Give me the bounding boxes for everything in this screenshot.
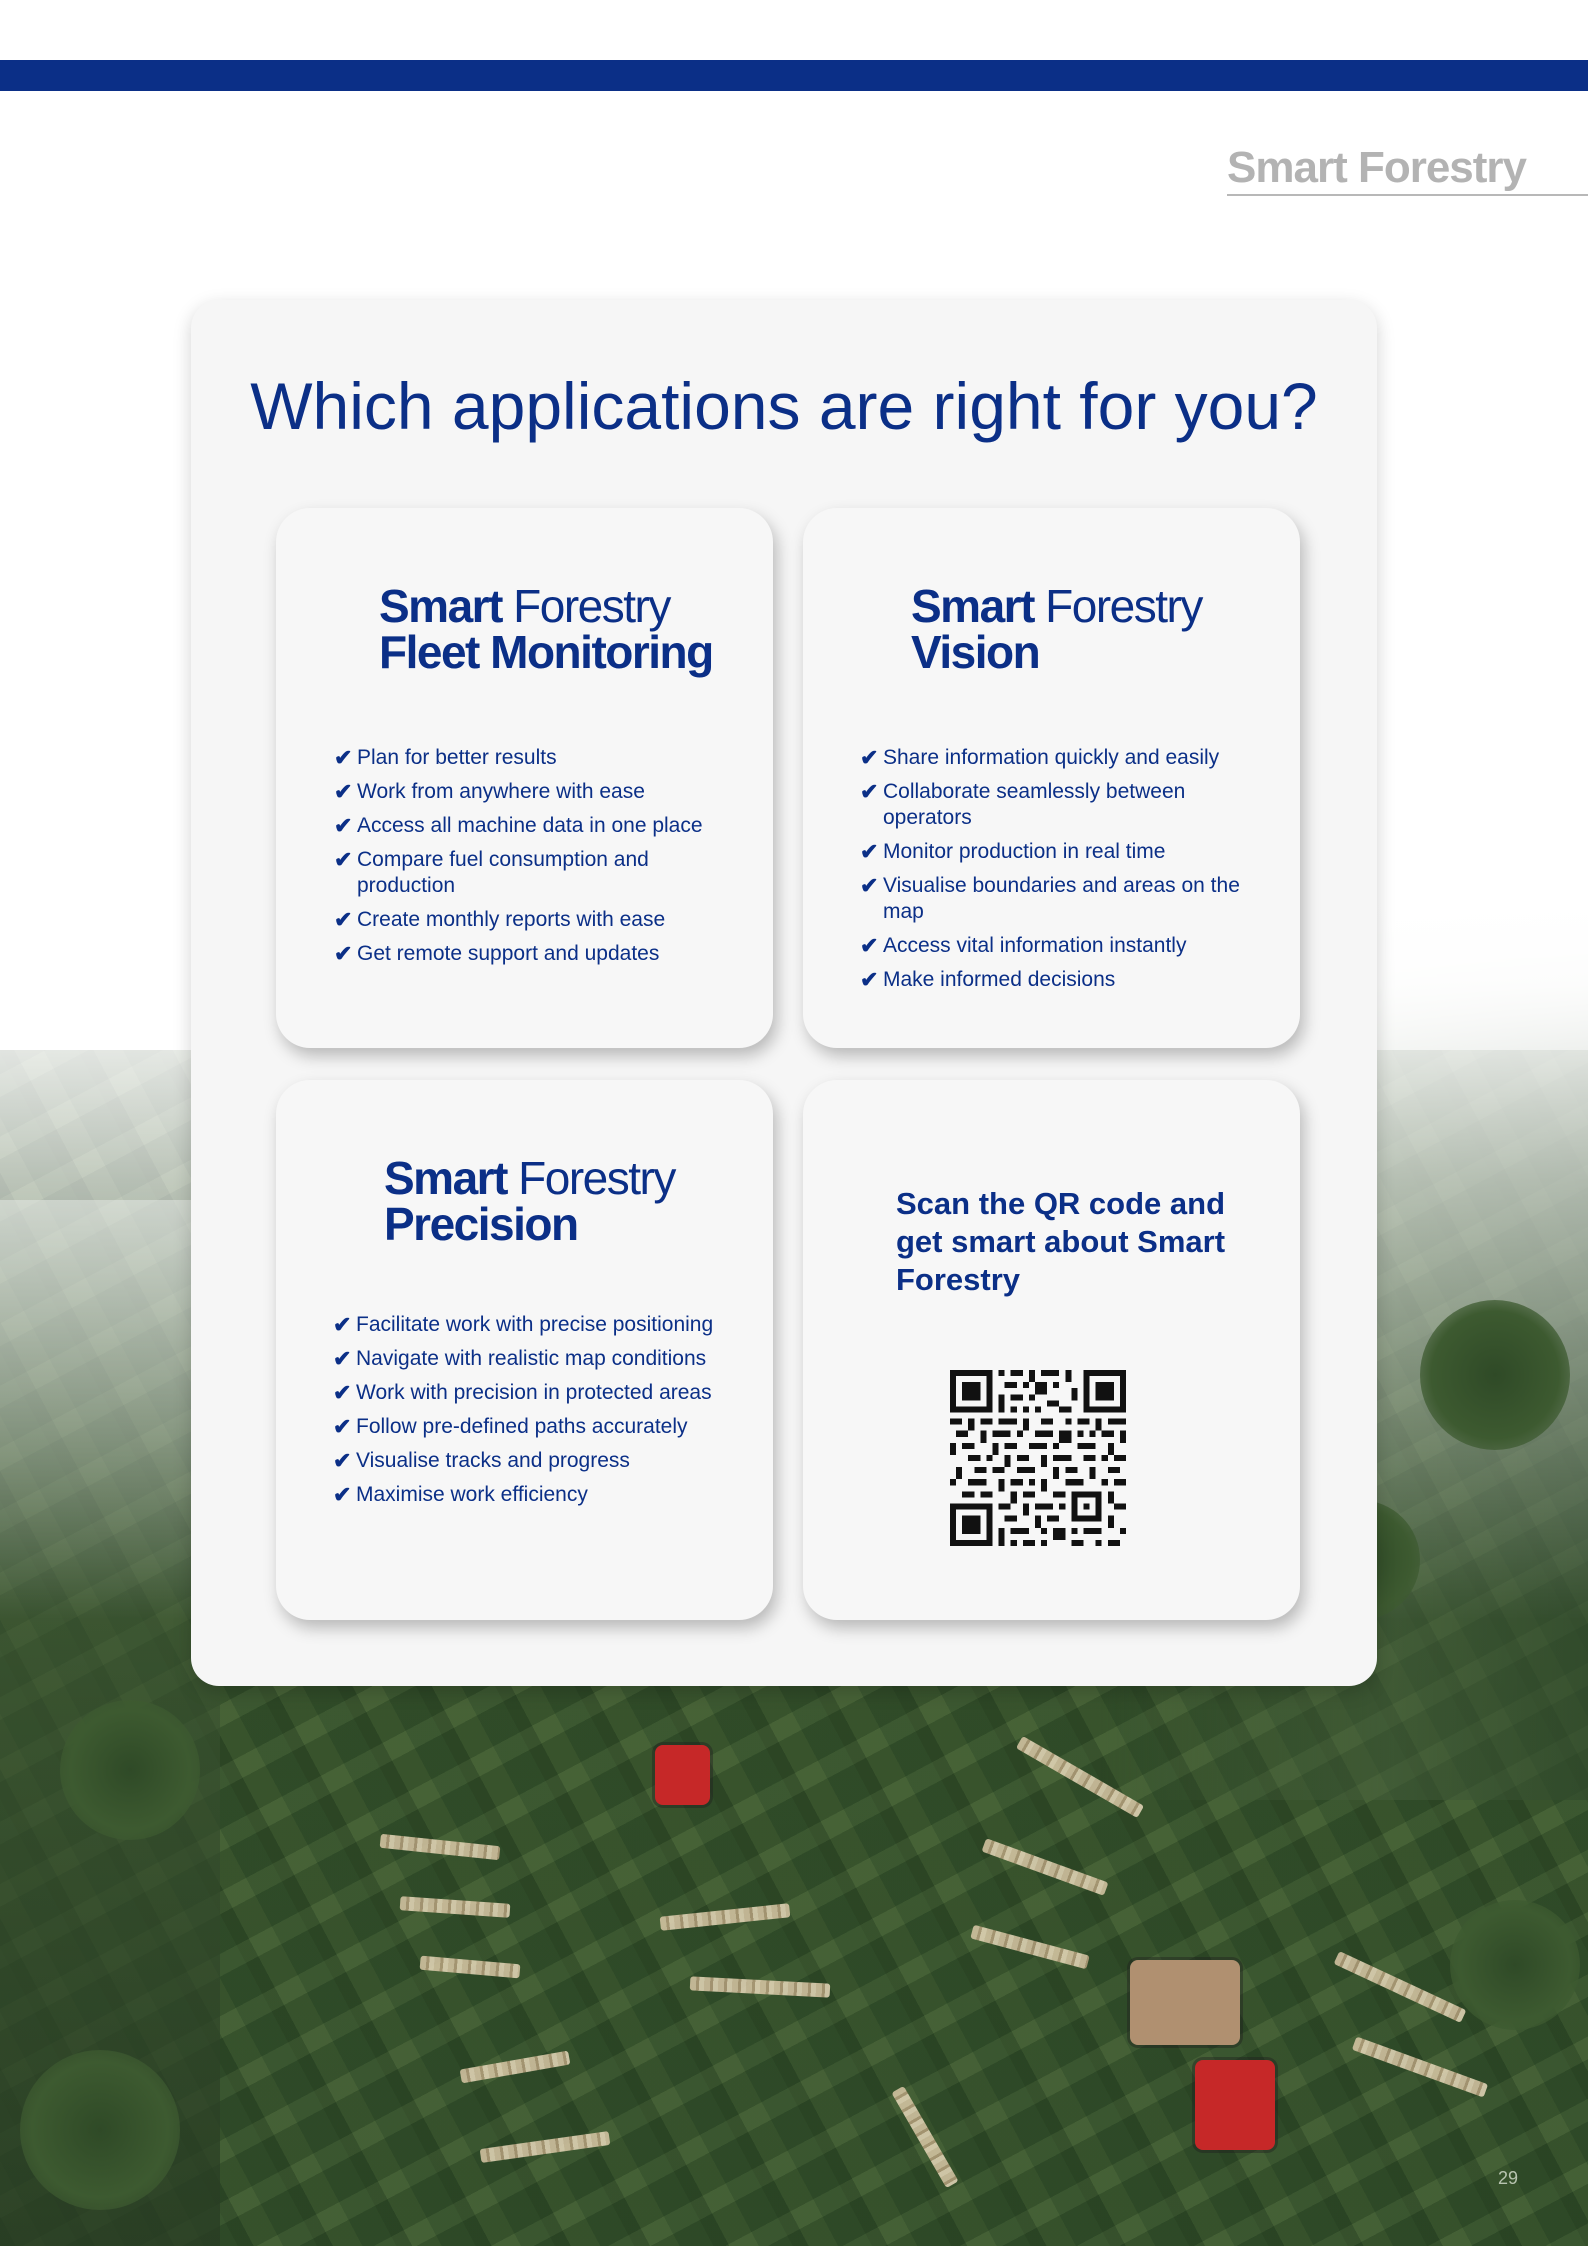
brand-header-text: Smart Forestry: [1227, 143, 1527, 192]
logo-prefix: Smart: [384, 1152, 508, 1204]
feature-text: Follow pre-defined paths accurately: [356, 1415, 688, 1438]
list-item: ✔ Access vital information instantly: [860, 933, 1260, 959]
feature-list: ✔ Facilitate work with precise positionin…: [333, 1312, 773, 1516]
list-item: ✔ Collaborate seamlessly between operator…: [860, 779, 1200, 831]
tree-canopy: [1450, 1900, 1580, 2030]
feature-text: Compare fuel consumption and production: [357, 848, 649, 897]
list-item: ✔ Navigate with realistic map conditions: [333, 1346, 773, 1372]
check-icon: ✔: [334, 941, 353, 966]
list-item: ✔ Make informed decisions: [860, 967, 1260, 993]
check-icon: ✔: [333, 1346, 352, 1371]
feature-text: Work with precision in protected areas: [356, 1381, 712, 1404]
feature-text: Make informed decisions: [883, 968, 1116, 991]
feature-text: Monitor production in real time: [883, 840, 1166, 863]
logo-prefix: Smart: [911, 580, 1035, 632]
harvester-machine: [655, 1745, 710, 1805]
logo-prefix: Smart: [379, 580, 503, 632]
feature-text: Visualise tracks and progress: [356, 1449, 630, 1472]
vision-logo: Smart Forestry Vision: [911, 580, 1203, 678]
list-item: ✔ Monitor production in real time: [860, 839, 1260, 865]
check-icon: ✔: [860, 967, 879, 992]
list-item: ✔ Facilitate work with precise positionin…: [333, 1312, 773, 1338]
feature-text: Collaborate seamlessly between operators: [883, 780, 1186, 829]
list-item: ✔ Get remote support and updates: [334, 941, 754, 967]
qr-code-image[interactable]: [950, 1370, 1126, 1546]
feature-list: ✔ Plan for better results ✔ Work from anyw…: [334, 745, 754, 975]
feature-text: Access vital information instantly: [883, 934, 1187, 957]
list-item: ✔ Work with precision in protected areas: [333, 1380, 773, 1406]
card-vision: Smart Forestry Vision ✔ Share information…: [803, 508, 1300, 1048]
feature-text: Plan for better results: [357, 746, 557, 769]
logo-suffix: Forestry: [518, 1152, 676, 1204]
logo-product: Precision: [384, 1198, 579, 1250]
check-icon: ✔: [333, 1414, 352, 1439]
feature-text: Share information quickly and easily: [883, 746, 1220, 769]
check-icon: ✔: [334, 813, 353, 838]
list-item: ✔ Maximise work efficiency: [333, 1482, 773, 1508]
tree-canopy: [60, 1700, 200, 1840]
check-icon: ✔: [860, 779, 879, 804]
tree-canopy: [1420, 1300, 1570, 1450]
list-item: ✔ Create monthly reports with ease: [334, 907, 754, 933]
check-icon: ✔: [860, 933, 879, 958]
feature-text: Get remote support and updates: [357, 942, 660, 965]
list-item: ✔ Plan for better results: [334, 745, 754, 771]
check-icon: ✔: [334, 907, 353, 932]
check-icon: ✔: [333, 1312, 352, 1337]
list-item: ✔ Compare fuel consumption and production: [334, 847, 674, 899]
fleet-monitoring-logo: Smart Forestry Fleet Monitoring: [379, 580, 714, 678]
check-icon: ✔: [334, 745, 353, 770]
forwarder-machine: [1195, 2060, 1275, 2150]
check-icon: ✔: [333, 1380, 352, 1405]
top-color-bar: [0, 60, 1588, 91]
brand-header: Smart Forestry: [1227, 140, 1588, 196]
check-icon: ✔: [860, 873, 879, 898]
feature-text: Access all machine data in one place: [357, 814, 703, 837]
feature-text: Maximise work efficiency: [356, 1483, 588, 1506]
logo-suffix: Forestry: [1045, 580, 1203, 632]
feature-text: Navigate with realistic map conditions: [356, 1347, 707, 1370]
card-precision: Smart Forestry Precision ✔ Facilitate wor…: [276, 1080, 773, 1620]
logo-suffix: Forestry: [513, 580, 671, 632]
logo-product: Fleet Monitoring: [379, 626, 714, 678]
check-icon: ✔: [334, 779, 353, 804]
applications-panel: Which applications are right for you? Sm…: [191, 300, 1377, 1686]
list-item: ✔ Visualise boundaries and areas on the m…: [860, 873, 1260, 925]
check-icon: ✔: [333, 1482, 352, 1507]
check-icon: ✔: [333, 1448, 352, 1473]
logo-product: Vision: [911, 626, 1041, 678]
feature-text: Facilitate work with precise positioning: [356, 1313, 714, 1336]
feature-text: Work from anywhere with ease: [357, 780, 645, 803]
check-icon: ✔: [334, 847, 353, 872]
list-item: ✔ Visualise tracks and progress: [333, 1448, 773, 1474]
qr-card-title: Scan the QR code and get smart about Sma…: [896, 1186, 1226, 1297]
panel-title: Which applications are right for you?: [250, 369, 1318, 443]
precision-logo: Smart Forestry Precision: [384, 1152, 676, 1250]
feature-list: ✔ Share information quickly and easily ✔ C…: [860, 745, 1260, 1001]
list-item: ✔ Work from anywhere with ease: [334, 779, 754, 805]
card-qr-code: Scan the QR code and get smart about Sma…: [803, 1080, 1300, 1620]
forwarder-load: [1130, 1960, 1240, 2045]
list-item: ✔ Share information quickly and easily: [860, 745, 1260, 771]
page-number: 29: [1498, 2168, 1519, 2188]
card-fleet-monitoring: Smart Forestry Fleet Monitoring ✔ Plan fo…: [276, 508, 773, 1048]
list-item: ✔ Follow pre-defined paths accurately: [333, 1414, 773, 1440]
tree-canopy: [20, 2050, 180, 2210]
feature-text: Visualise boundaries and areas on the ma…: [883, 874, 1240, 923]
check-icon: ✔: [860, 745, 879, 770]
list-item: ✔ Access all machine data in one place: [334, 813, 754, 839]
check-icon: ✔: [860, 839, 879, 864]
feature-text: Create monthly reports with ease: [357, 908, 666, 931]
